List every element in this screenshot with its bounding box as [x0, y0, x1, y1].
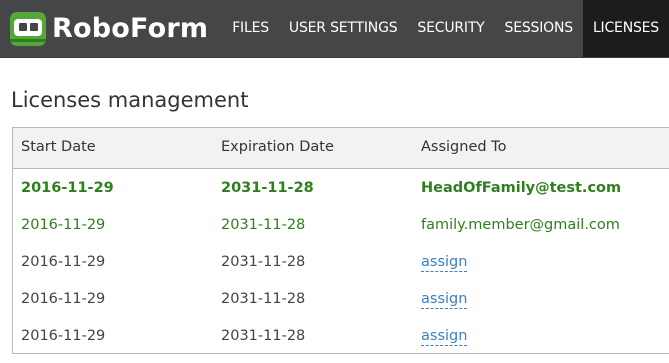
column-header-expiration-date: Expiration Date: [221, 139, 334, 155]
roboform-mask-icon: [10, 12, 46, 46]
roboform-logo[interactable]: RoboForm: [10, 12, 208, 46]
column-header-start-date: Start Date: [21, 139, 96, 155]
assign-link[interactable]: assign: [421, 254, 468, 272]
expiration-date-cell: 2031-11-28: [221, 254, 306, 270]
assigned-to-cell: assign: [421, 254, 468, 272]
column-header-assigned-to: Assigned To: [421, 139, 507, 155]
nav-user-settings[interactable]: USER SETTINGS: [279, 0, 407, 57]
assigned-to-cell: assign: [421, 291, 468, 309]
expiration-date-cell: 2031-11-28: [221, 328, 306, 344]
nav-licenses[interactable]: LICENSES: [582, 0, 669, 57]
start-date-cell: 2016-11-29: [21, 254, 106, 270]
expiration-date-cell: 2031-11-28: [221, 291, 306, 307]
assigned-to-cell: HeadOfFamily@test.com: [421, 180, 622, 196]
main-nav: FILES USER SETTINGS SECURITY SESSIONS LI…: [222, 0, 669, 57]
assigned-to-cell: assign: [421, 328, 468, 346]
licenses-table: Start Date Expiration Date Assigned To 2…: [12, 127, 669, 354]
table-row: 2016-11-29 2031-11-28 assign: [13, 317, 669, 354]
assigned-to-cell: family.member@gmail.com: [421, 217, 620, 233]
table-row: 2016-11-29 2031-11-28 assign: [13, 243, 669, 280]
expiration-date-cell: 2031-11-28: [221, 217, 306, 233]
nav-sessions[interactable]: SESSIONS: [495, 0, 583, 57]
assign-link[interactable]: assign: [421, 328, 468, 346]
top-navigation-bar: RoboForm FILES USER SETTINGS SECURITY SE…: [0, 0, 669, 58]
table-row: 2016-11-29 2031-11-28 family.member@gmai…: [13, 206, 669, 243]
start-date-cell: 2016-11-29: [21, 217, 106, 233]
table-row: 2016-11-29 2031-11-28 HeadOfFamily@test.…: [13, 169, 669, 206]
start-date-cell: 2016-11-29: [21, 180, 114, 196]
start-date-cell: 2016-11-29: [21, 328, 106, 344]
nav-security[interactable]: SECURITY: [407, 0, 494, 57]
nav-files[interactable]: FILES: [222, 0, 279, 57]
page-title: Licenses management: [11, 88, 249, 112]
brand-name: RoboForm: [52, 13, 209, 44]
table-row: 2016-11-29 2031-11-28 assign: [13, 280, 669, 317]
assign-link[interactable]: assign: [421, 291, 468, 309]
expiration-date-cell: 2031-11-28: [221, 180, 314, 196]
table-header: Start Date Expiration Date Assigned To: [13, 128, 669, 169]
start-date-cell: 2016-11-29: [21, 291, 106, 307]
